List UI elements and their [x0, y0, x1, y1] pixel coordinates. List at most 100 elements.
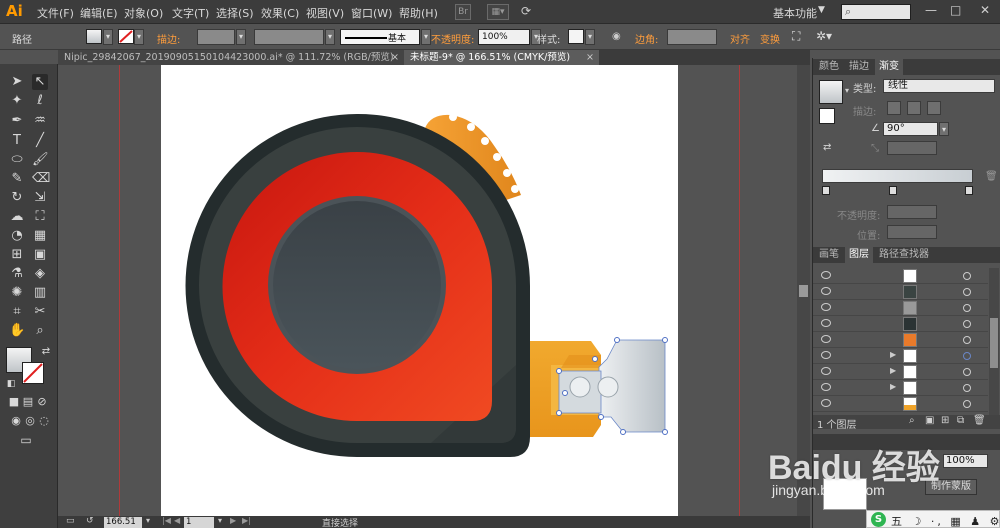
curvature-tool-icon[interactable]: ♒ — [32, 113, 48, 129]
scroll-thumb[interactable] — [990, 318, 998, 368]
stroke-swatch-none[interactable] — [118, 29, 134, 44]
stroke-weight-dropdown[interactable]: ▾ — [236, 29, 246, 45]
tab-gradient[interactable]: 渐变 — [875, 59, 903, 75]
close-icon[interactable]: ✕ — [980, 3, 990, 17]
tab-document-1[interactable]: Nipic_29842067_20190905150104423000.ai* … — [58, 50, 404, 65]
visibility-eye-icon[interactable] — [821, 367, 831, 375]
new-sublayer-icon[interactable]: ⊞ — [941, 415, 949, 426]
artboard-tool-icon[interactable]: ⌗ — [9, 304, 25, 320]
symbol-sprayer-icon[interactable]: ✺ — [9, 285, 25, 301]
blend-tool-icon[interactable]: ◈ — [32, 266, 48, 282]
fill-swatch[interactable] — [86, 29, 102, 44]
delete-layer-icon[interactable]: 🗑 — [973, 415, 986, 426]
close-icon[interactable]: × — [586, 50, 594, 65]
free-transform-icon[interactable]: ⛶ — [32, 209, 48, 225]
layer-row[interactable] — [813, 268, 988, 284]
gradient-tool-icon[interactable]: ▣ — [32, 247, 48, 263]
rotate-icon[interactable]: ↻ — [9, 190, 25, 206]
aspect-ratio-field[interactable] — [887, 141, 937, 155]
tab-layers[interactable]: 图层 — [845, 247, 873, 263]
eyedropper-icon[interactable]: ⚗ — [9, 266, 25, 282]
maximize-icon[interactable]: □ — [950, 3, 961, 17]
menu-window[interactable]: 窗口(W) — [351, 5, 392, 21]
zoom-tool-icon[interactable]: ⌕ — [32, 323, 48, 339]
clipping-mask-icon[interactable]: ▣ — [925, 415, 934, 426]
shape-builder-icon[interactable]: ◔ — [9, 228, 25, 244]
default-colors-icon[interactable]: ◧ — [3, 376, 19, 392]
expand-arrow-icon[interactable]: ▶ — [890, 350, 896, 359]
gradient-stop-right[interactable] — [965, 186, 973, 195]
reverse-gradient-icon[interactable]: ⇄ — [823, 142, 831, 153]
sync-icon[interactable]: ⟳ — [518, 4, 534, 20]
target-icon[interactable] — [963, 384, 971, 392]
tab-document-2[interactable]: 未标题-9* @ 166.51% (CMYK/预览) × — [404, 50, 599, 65]
gradient-preview-dropdown[interactable]: ▾ — [845, 86, 849, 95]
pen-tool-icon[interactable]: ✒ — [9, 113, 25, 129]
visibility-eye-icon[interactable] — [821, 399, 831, 407]
expand-arrow-icon[interactable]: ▶ — [890, 382, 896, 391]
stroke-gradient-within[interactable] — [887, 101, 901, 115]
column-graph-icon[interactable]: ▥ — [32, 285, 48, 301]
tab-stroke[interactable]: 描边 — [845, 59, 873, 75]
brush-dropdown[interactable]: ▾ — [421, 29, 431, 45]
visibility-eye-icon[interactable] — [821, 319, 831, 327]
perspective-grid-icon[interactable]: ▦ — [32, 228, 48, 244]
visibility-eye-icon[interactable] — [821, 351, 831, 359]
rotate-view-arrow-icon[interactable]: ↺ — [86, 516, 94, 526]
visibility-eye-icon[interactable] — [821, 383, 831, 391]
type-tool-icon[interactable]: T — [9, 133, 25, 149]
layer-row[interactable]: ▶ — [813, 380, 988, 396]
fill-dropdown[interactable]: ▾ — [103, 29, 113, 45]
direct-selection-tool-icon[interactable]: ↖ — [32, 74, 48, 90]
help-search-input[interactable]: ⌕ — [841, 4, 911, 20]
graphic-style-dropdown[interactable]: ▾ — [585, 29, 595, 45]
new-layer-icon[interactable]: ⧉ — [957, 415, 964, 426]
menu-object[interactable]: 对象(O) — [124, 5, 163, 21]
artboard-number-field[interactable]: 1 — [184, 517, 214, 528]
target-icon[interactable] — [963, 336, 971, 344]
target-icon[interactable] — [963, 320, 971, 328]
stroke-gradient-across[interactable] — [927, 101, 941, 115]
expand-arrow-icon[interactable]: ▶ — [890, 366, 896, 375]
tab-color[interactable]: 颜色 — [815, 59, 843, 75]
brush-definition[interactable]: 基本 — [340, 29, 420, 45]
gradient-type-select[interactable]: 线性 — [883, 79, 995, 93]
scroll-thumb[interactable] — [799, 285, 808, 297]
gradient-angle-field[interactable]: 90° — [883, 122, 938, 136]
layers-scrollbar[interactable] — [989, 268, 999, 415]
zoom-dropdown[interactable]: ▾ — [146, 516, 150, 525]
swap-colors-icon[interactable]: ⇄ — [38, 344, 54, 360]
visibility-eye-icon[interactable] — [821, 287, 831, 295]
fill-stroke-small-icon[interactable] — [819, 108, 835, 124]
hand-tool-icon[interactable]: ✋ — [9, 323, 25, 339]
close-icon[interactable]: × — [391, 50, 399, 65]
isolate-icon[interactable]: ⛶ — [792, 29, 800, 44]
variable-width-profile[interactable] — [254, 29, 324, 45]
paintbrush-icon[interactable]: 🖌 — [32, 152, 49, 168]
arrange-documents-icon[interactable]: ▦▾ — [487, 4, 509, 20]
visibility-eye-icon[interactable] — [821, 271, 831, 279]
opacity-label[interactable]: 不透明度: — [431, 31, 474, 46]
target-icon[interactable] — [963, 352, 971, 360]
pencil-icon[interactable]: ✎ — [9, 171, 25, 187]
corner-label[interactable]: 边角: — [635, 31, 658, 46]
artboard[interactable] — [161, 65, 678, 516]
menu-file[interactable]: 文件(F) — [37, 5, 74, 21]
none-mode-icon[interactable]: ⊘ — [34, 394, 50, 410]
target-icon[interactable] — [963, 304, 971, 312]
more-options-icon[interactable]: ✲▾ — [816, 29, 832, 43]
target-icon[interactable] — [963, 400, 971, 408]
align-link[interactable]: 对齐 — [730, 31, 750, 46]
target-icon[interactable] — [963, 288, 971, 296]
opacity-field[interactable]: 100% — [478, 29, 530, 45]
gradient-stop-middle[interactable] — [889, 186, 897, 195]
stroke-weight-field[interactable] — [197, 29, 235, 45]
previous-artboard-icon[interactable]: ◀ — [174, 516, 180, 525]
menu-select[interactable]: 选择(S) — [216, 5, 254, 21]
layer-row[interactable] — [813, 332, 988, 348]
transform-link[interactable]: 变换 — [760, 31, 780, 46]
minimize-icon[interactable]: — — [925, 3, 937, 17]
canvas[interactable] — [58, 65, 810, 516]
locate-object-icon[interactable]: ⌕ — [909, 415, 915, 426]
slice-tool-icon[interactable]: ✂ — [32, 304, 48, 320]
